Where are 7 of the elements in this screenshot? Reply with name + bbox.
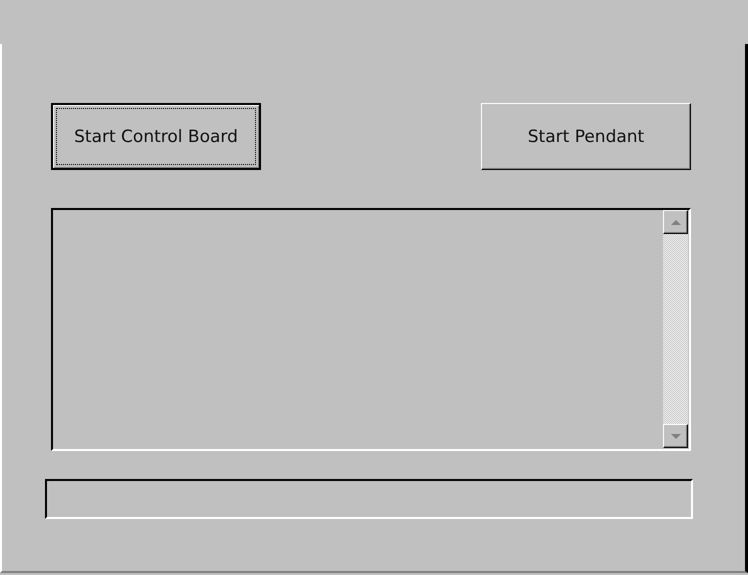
start-button[interactable]: Start Pendant: [481, 103, 691, 170]
scrollbar[interactable]: [663, 210, 688, 448]
down-arrow-icon: [670, 432, 682, 440]
scroll-down-button[interactable]: [663, 424, 688, 448]
start-button[interactable]: Start Control Board: [51, 103, 261, 170]
scroll-up-button[interactable]: [663, 210, 688, 234]
up-arrow-icon: [670, 218, 682, 226]
